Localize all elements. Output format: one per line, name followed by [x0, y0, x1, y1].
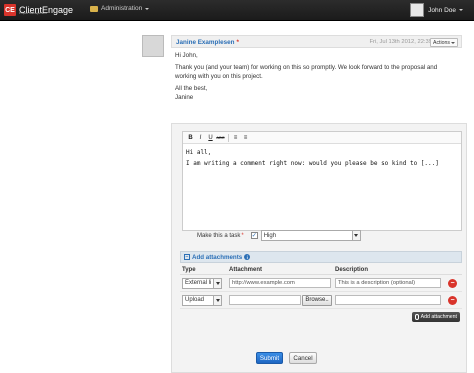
attachment-row: Upload Browse.. −	[180, 292, 462, 309]
attachment-type-select[interactable]: External li	[182, 277, 222, 289]
collapse-icon: −	[184, 254, 190, 260]
comment-header: Janine Examplesen * Fri, Jul 13th 2012, 2…	[171, 35, 462, 48]
attachments-table: Type Attachment Description External li …	[180, 265, 462, 309]
attachment-description-input[interactable]: This is a description (optional)	[335, 278, 441, 288]
task-label: Make this a task	[197, 232, 241, 239]
user-menu[interactable]: John Doe	[410, 3, 463, 17]
comment-form: B I U ABC ≡ ≡ Hi all, I am writing a com…	[171, 123, 467, 373]
ordered-list-button[interactable]: ≡	[231, 133, 240, 142]
attachment-description-input[interactable]	[335, 295, 441, 305]
submit-button[interactable]: Submit	[256, 352, 283, 364]
folder-icon	[90, 5, 98, 12]
actions-button[interactable]: Actions	[429, 38, 458, 47]
comment-body: Hi John, Thank you (and your team) for w…	[175, 52, 455, 106]
strikethrough-button[interactable]: ABC	[216, 133, 225, 142]
required-marker: *	[241, 232, 244, 239]
toolbar-divider	[228, 133, 229, 142]
underline-button[interactable]: U	[206, 133, 215, 142]
priority-select[interactable]: High	[260, 230, 361, 241]
paperclip-icon	[414, 314, 419, 320]
comment-line: All the best, Janine	[175, 85, 208, 101]
remove-attachment-icon[interactable]: −	[448, 278, 457, 288]
column-type: Type	[182, 266, 196, 273]
italic-button[interactable]: I	[196, 133, 205, 142]
rich-text-editor[interactable]: B I U ABC ≡ ≡ Hi all, I am writing a com…	[182, 131, 462, 231]
info-icon[interactable]: i	[244, 254, 251, 260]
editor-content[interactable]: Hi all, I am writing a comment right now…	[183, 144, 461, 172]
column-description: Description	[335, 266, 369, 273]
user-name: John Doe	[428, 6, 456, 14]
comment-date: Fri, Jul 13th 2012, 22:39	[369, 39, 432, 45]
file-path-input[interactable]	[229, 295, 301, 305]
attachments-header[interactable]: − Add attachments i	[180, 251, 462, 263]
cancel-button[interactable]: Cancel	[289, 352, 317, 364]
unordered-list-button[interactable]: ≡	[241, 133, 250, 142]
comment-line: Thank you (and your team) for working on…	[175, 64, 438, 80]
remove-attachment-icon[interactable]: −	[448, 295, 457, 305]
star-icon: *	[236, 39, 239, 46]
browse-button[interactable]: Browse..	[302, 294, 332, 306]
attachments-title: Add attachments	[192, 253, 243, 261]
editor-line: Hi all,	[186, 149, 212, 156]
attachments-header-row: Type Attachment Description	[180, 265, 462, 275]
task-checkbox[interactable]: ✓	[250, 232, 258, 239]
chevron-down-icon	[451, 41, 455, 44]
chevron-down-icon	[459, 9, 463, 11]
top-navbar: CE ClientEngage Project Management Admin…	[0, 0, 474, 21]
comment-avatar	[142, 35, 164, 57]
chevron-down-icon	[351, 231, 360, 240]
user-avatar	[410, 3, 425, 17]
comment-author[interactable]: Janine Examplesen *	[176, 39, 239, 46]
chevron-down-icon	[213, 278, 221, 288]
chevron-down-icon	[213, 295, 221, 305]
comment-line: Hi John,	[175, 52, 198, 59]
column-attachment: Attachment	[229, 266, 263, 273]
add-attachment-button[interactable]: Add attachment	[411, 312, 460, 322]
attachment-type-select[interactable]: Upload	[182, 294, 222, 306]
task-row: Make this a task * ✓ High	[197, 230, 361, 241]
brand-tagline: Project Management	[19, 11, 47, 15]
administration-menu[interactable]: Administration	[90, 5, 150, 12]
bold-button[interactable]: B	[186, 133, 195, 142]
editor-line: I am writing a comment right now: would …	[186, 160, 439, 167]
attachment-url-input[interactable]: http://www.example.com	[229, 278, 331, 288]
editor-toolbar: B I U ABC ≡ ≡	[183, 132, 461, 144]
attachment-row: External li http://www.example.com This …	[180, 275, 462, 292]
chevron-down-icon	[145, 7, 150, 10]
brand-logo: CE	[4, 4, 16, 16]
administration-label: Administration	[101, 5, 143, 12]
